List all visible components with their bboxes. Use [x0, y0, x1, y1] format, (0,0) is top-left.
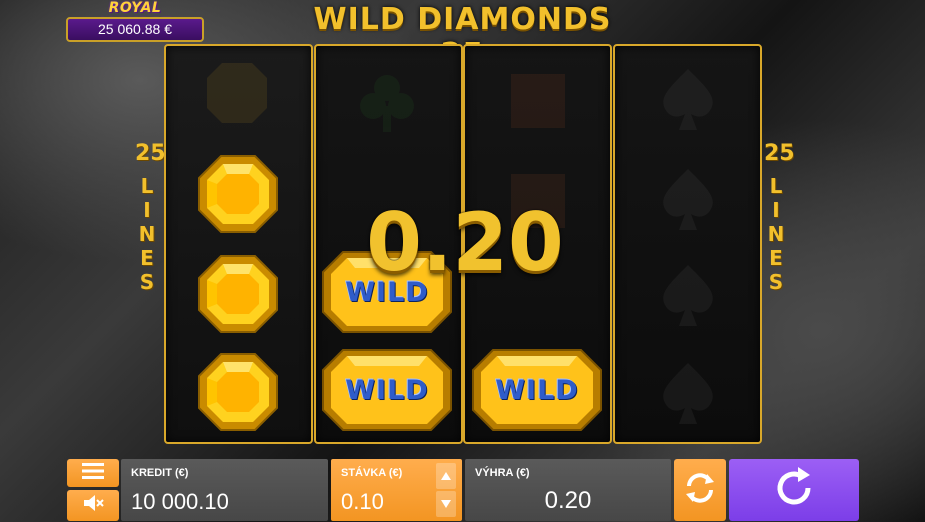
win-panel: VÝHRA (€) 0.20	[465, 459, 671, 521]
chevron-down-icon	[441, 500, 451, 508]
wild-label: WILD	[345, 374, 429, 406]
bet-panel: STÁVKA (€) 0.10	[331, 459, 462, 521]
lines-count: 25	[764, 141, 795, 166]
win-amount-overlay: 0.20	[366, 196, 564, 289]
autoplay-icon	[683, 471, 717, 510]
bet-decrease-button[interactable]	[436, 491, 456, 517]
spade-icon	[653, 64, 723, 134]
reel-4	[613, 44, 762, 444]
credit-value: 10 000.10	[131, 489, 229, 514]
menu-button[interactable]	[67, 459, 119, 487]
hamburger-icon	[82, 462, 104, 484]
spade-icon	[653, 358, 723, 428]
speaker-mute-icon	[82, 494, 104, 517]
reel-1	[164, 44, 313, 444]
faded-symbol-icon	[202, 58, 272, 128]
lines-indicator-right: 25 LINES	[764, 141, 795, 295]
credit-panel: KREDIT (€) 10 000.10	[121, 459, 328, 521]
spin-icon	[771, 465, 817, 516]
bet-increase-button[interactable]	[436, 463, 456, 489]
diamond-gem-icon	[197, 254, 279, 334]
spade-icon	[653, 260, 723, 330]
autoplay-button[interactable]	[674, 459, 726, 521]
lines-count: 25	[135, 141, 166, 166]
jackpot-amount: 25 060.88 €	[66, 17, 204, 42]
wild-symbol: WILD	[471, 348, 603, 432]
lines-indicator-left: 25 LINES	[135, 141, 166, 295]
credit-label: KREDIT (€)	[131, 467, 189, 479]
sound-button[interactable]	[67, 490, 119, 521]
spin-button[interactable]	[729, 459, 859, 521]
wild-label: WILD	[495, 374, 579, 406]
lines-word: LINES	[767, 174, 785, 294]
lines-word: LINES	[138, 174, 156, 294]
faded-symbol-icon	[503, 66, 573, 136]
win-label: VÝHRA (€)	[475, 467, 530, 479]
spade-icon	[653, 164, 723, 234]
win-value: 0.20	[544, 487, 592, 514]
wild-symbol: WILD	[321, 348, 453, 432]
club-icon	[352, 68, 422, 138]
diamond-gem-icon	[197, 154, 279, 234]
bet-stepper	[436, 463, 456, 517]
bet-value: 0.10	[341, 489, 384, 514]
royal-jackpot: ROYAL JACKPOT 25 060.88 €	[66, 0, 204, 42]
diamond-gem-icon	[197, 352, 279, 432]
bet-label: STÁVKA (€)	[341, 467, 403, 479]
chevron-up-icon	[441, 472, 451, 480]
